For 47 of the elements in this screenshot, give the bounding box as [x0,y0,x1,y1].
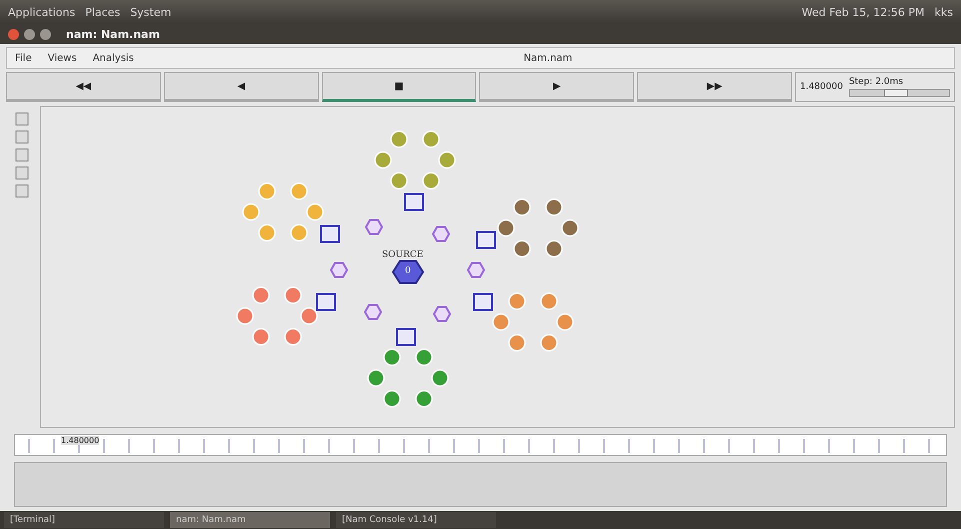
timeline[interactable]: 1.480000 [14,434,947,456]
node-icon[interactable] [364,219,384,235]
minimize-icon[interactable] [24,28,35,40]
node-icon[interactable] [473,293,493,311]
panel-menu[interactable]: Applications [8,6,76,18]
playback-button[interactable]: ■ [322,72,476,102]
zoom-tool-icon[interactable] [14,166,30,180]
menu-item[interactable]: Views [40,52,85,64]
playback-button[interactable]: ◀◀ [6,72,161,102]
menu-item[interactable]: Analysis [84,52,142,64]
panel-menu[interactable]: Places [85,6,120,18]
node-label: 0 [405,266,411,276]
source-node-icon[interactable] [392,260,424,284]
node-icon[interactable] [364,304,382,320]
zoom-tool-icon[interactable] [14,148,30,162]
panel-menu[interactable]: System [130,6,172,18]
time-marker[interactable]: 1.480000 [61,436,100,445]
node-icon[interactable] [432,306,452,322]
node-icon[interactable] [476,231,496,249]
playback-button[interactable]: ▶▶ [637,72,792,102]
clock[interactable]: Wed Feb 15, 12:56 PM [802,6,925,18]
time-value: 1.480000 [800,82,843,92]
node-icon[interactable] [330,262,348,278]
node-icon[interactable] [466,262,486,278]
taskbar-button[interactable]: [Nam Console v1.14] [336,512,496,528]
window-title: nam: Nam.nam [66,28,160,40]
taskbar-button[interactable]: nam: Nam.nam [170,512,330,528]
node-icon[interactable] [432,226,450,242]
menu-item[interactable]: File [7,52,40,64]
playback-button[interactable]: ◀ [164,72,319,102]
zoom-tool-icon[interactable] [14,112,30,126]
zoom-tool-icon[interactable] [14,184,30,198]
zoom-tool-icon[interactable] [14,130,30,144]
step-slider[interactable] [848,89,950,97]
file-name: Nam.nam [524,52,572,64]
node-icon[interactable] [404,193,424,211]
node-icon[interactable] [320,225,340,243]
slider-thumb[interactable] [884,89,908,97]
taskbar-button[interactable]: [Terminal] [4,512,164,528]
maximize-icon[interactable] [40,28,51,40]
node-label: SOURCE [382,250,424,260]
node-icon[interactable] [316,293,336,311]
playback-button[interactable]: ▶ [479,72,634,102]
step-label: Step: 2.0ms [848,77,904,87]
user-name[interactable]: kks [934,6,953,18]
close-icon[interactable] [8,28,19,40]
node-icon[interactable] [396,328,416,346]
